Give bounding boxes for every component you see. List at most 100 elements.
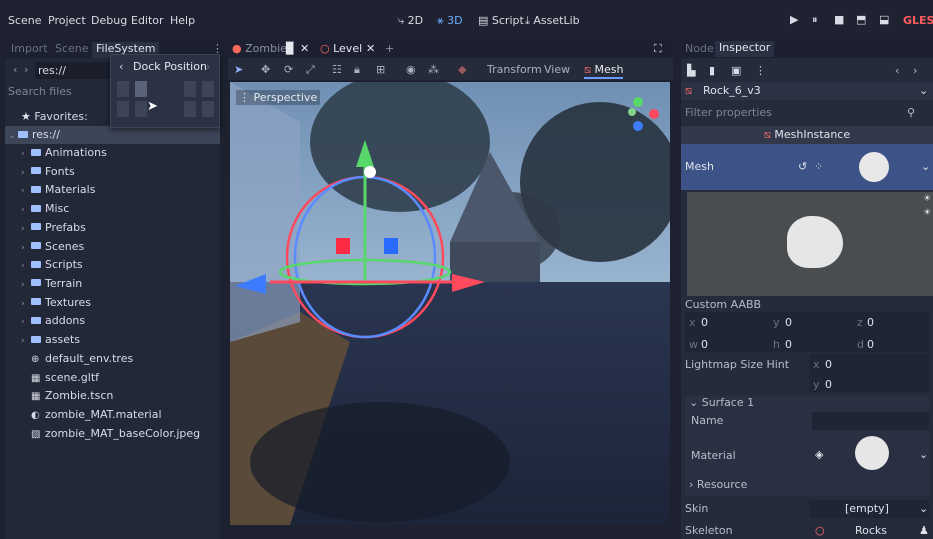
play-icon[interactable]: ▶ xyxy=(790,13,798,26)
path-input[interactable]: res:// xyxy=(35,62,120,79)
back-icon[interactable]: ‹ xyxy=(13,63,17,76)
dock-slot[interactable] xyxy=(135,101,147,117)
drag-handle-icon[interactable]: ⁘ xyxy=(814,160,823,173)
local-space-icon[interactable]: ◉ xyxy=(406,63,416,76)
tools-menu-icon[interactable]: ⋮ xyxy=(755,64,766,77)
file-row[interactable]: ⊕ default_env.tres xyxy=(5,350,220,368)
rotate-tool-icon[interactable]: ⟳ xyxy=(284,63,293,76)
folder-row[interactable]: › assets xyxy=(5,331,220,349)
filter-properties-input[interactable]: Filter properties ⚲ xyxy=(681,102,933,120)
tab-node[interactable]: Node xyxy=(685,42,714,55)
mesh-preview[interactable]: ☀ ☀ xyxy=(687,192,933,296)
material-thumbnail[interactable] xyxy=(855,436,889,470)
folder-row[interactable]: › Textures xyxy=(5,294,220,312)
close-icon[interactable]: ✕ xyxy=(300,42,309,55)
folder-row[interactable]: › Misc xyxy=(5,200,220,218)
folder-row[interactable]: › Animations xyxy=(5,144,220,162)
name-input[interactable] xyxy=(812,412,929,430)
distraction-free-icon[interactable]: ⛶ xyxy=(654,42,662,56)
aabb-x-input[interactable]: 0 xyxy=(701,316,708,329)
file-row[interactable]: ▦ Zombie.tscn xyxy=(5,387,220,405)
mode-script-button[interactable]: ▤ Script xyxy=(478,14,524,27)
close-icon[interactable]: ✕ xyxy=(366,42,375,55)
revert-icon[interactable]: ↺ xyxy=(798,160,807,173)
menu-project[interactable]: Project xyxy=(48,14,86,27)
mesh-thumbnail[interactable] xyxy=(859,152,889,182)
mode-assetlib-button[interactable]: ⤓ AssetLib xyxy=(525,14,580,28)
tab-scene[interactable]: Scene xyxy=(55,42,89,55)
mode-2d-button[interactable]: ⤷ 2D xyxy=(398,14,423,28)
dock-slot[interactable] xyxy=(202,81,214,97)
move-tool-icon[interactable]: ✥ xyxy=(261,63,270,76)
play-scene-icon[interactable]: ⬒ xyxy=(856,13,866,26)
folder-row[interactable]: › Materials xyxy=(5,181,220,199)
snap-icon[interactable]: ⁂ xyxy=(428,63,439,76)
history-back-icon[interactable]: ‹ xyxy=(895,64,899,77)
move-right-icon[interactable]: › xyxy=(206,60,210,73)
node-path-icon[interactable]: ♟ xyxy=(919,524,929,537)
light-icon[interactable]: ☀ xyxy=(923,208,931,218)
stop-icon[interactable]: ■ xyxy=(834,13,844,26)
forward-icon[interactable]: › xyxy=(24,63,28,76)
folder-row[interactable]: › Scenes xyxy=(5,238,220,256)
new-resource-icon[interactable]: ▙ xyxy=(687,64,695,77)
dock-slot[interactable] xyxy=(117,81,129,97)
dock-slot[interactable] xyxy=(202,101,214,117)
aabb-z-input[interactable]: 0 xyxy=(867,316,874,329)
chevron-down-icon[interactable]: ⌄ xyxy=(921,160,930,173)
3d-viewport[interactable]: ⋮ Perspective xyxy=(230,82,670,525)
dock-slot[interactable] xyxy=(117,101,129,117)
scale-tool-icon[interactable]: ⤢ xyxy=(306,63,315,77)
chevron-down-icon[interactable]: ⌄ xyxy=(919,502,928,515)
resource-header[interactable]: › Resource xyxy=(689,478,747,491)
folder-row[interactable]: › Fonts xyxy=(5,163,220,181)
tab-zombie[interactable]: ● Zombie xyxy=(232,42,287,55)
folder-row[interactable]: › addons xyxy=(5,312,220,330)
file-row[interactable]: ◐ zombie_MAT.material xyxy=(5,406,220,424)
chevron-down-icon[interactable]: ⌄ xyxy=(919,448,928,461)
group-icon[interactable]: ⊞ xyxy=(376,63,385,76)
move-left-icon[interactable]: ‹ xyxy=(119,60,123,73)
lightmap-x-input[interactable]: 0 xyxy=(825,358,832,371)
file-row[interactable]: ▦ scene.gltf xyxy=(5,369,220,387)
open-icon[interactable]: ▮ xyxy=(709,64,715,77)
dock-slot-current[interactable] xyxy=(135,81,147,97)
tab-import[interactable]: Import xyxy=(11,42,48,55)
pause-icon[interactable]: ⏸ xyxy=(812,13,818,27)
play-custom-icon[interactable]: ⬓ xyxy=(879,13,889,26)
aabb-w-input[interactable]: 0 xyxy=(701,338,708,351)
lock-icon[interactable]: 🔒︎ xyxy=(354,63,360,77)
camera-icon[interactable]: ◆ xyxy=(458,63,466,76)
aabb-h-input[interactable]: 0 xyxy=(785,338,792,351)
dock-slot[interactable] xyxy=(184,81,196,97)
lightmap-y-input[interactable]: 0 xyxy=(825,378,832,391)
folder-row[interactable]: › Terrain xyxy=(5,275,220,293)
tab-inspector[interactable]: Inspector xyxy=(715,41,775,57)
tab-level[interactable]: ○ Level xyxy=(320,42,362,55)
save-icon[interactable]: ▣ xyxy=(731,64,741,77)
menu-help[interactable]: Help xyxy=(170,14,195,27)
file-row[interactable]: ▧ zombie_MAT_baseColor.jpeg xyxy=(5,425,220,443)
view-menu[interactable]: View xyxy=(544,63,570,76)
add-tab-icon[interactable]: + xyxy=(385,42,394,55)
menu-editor[interactable]: Editor xyxy=(131,14,164,27)
transform-menu[interactable]: Transform xyxy=(487,63,542,76)
mesh-menu[interactable]: ⧅ Mesh xyxy=(584,63,624,79)
select-tool-icon[interactable]: ➤ xyxy=(234,63,243,76)
renderer-label[interactable]: GLES3 xyxy=(903,14,933,27)
history-forward-icon[interactable]: › xyxy=(913,64,917,77)
aabb-d-input[interactable]: 0 xyxy=(867,338,874,351)
dock-slot[interactable] xyxy=(184,101,196,117)
mesh-property[interactable]: Mesh ↺ ⁘ ⌄ xyxy=(681,144,933,190)
folder-row[interactable]: › Scripts xyxy=(5,256,220,274)
skeleton-value[interactable]: Rocks xyxy=(855,524,887,537)
object-selector[interactable]: ⧅ Rock_6_v3 ⌄ xyxy=(681,82,933,100)
mode-3d-button[interactable]: ⚹ 3D xyxy=(437,14,463,28)
surface-header[interactable]: ⌄ Surface 1 xyxy=(689,396,754,409)
menu-scene[interactable]: Scene xyxy=(8,14,42,27)
light-icon[interactable]: ☀ xyxy=(923,194,931,204)
perspective-menu[interactable]: ⋮ Perspective xyxy=(236,90,321,105)
list-select-icon[interactable]: ☷ xyxy=(332,63,342,76)
folder-row[interactable]: › Prefabs xyxy=(5,219,220,237)
menu-debug[interactable]: Debug xyxy=(91,14,127,27)
